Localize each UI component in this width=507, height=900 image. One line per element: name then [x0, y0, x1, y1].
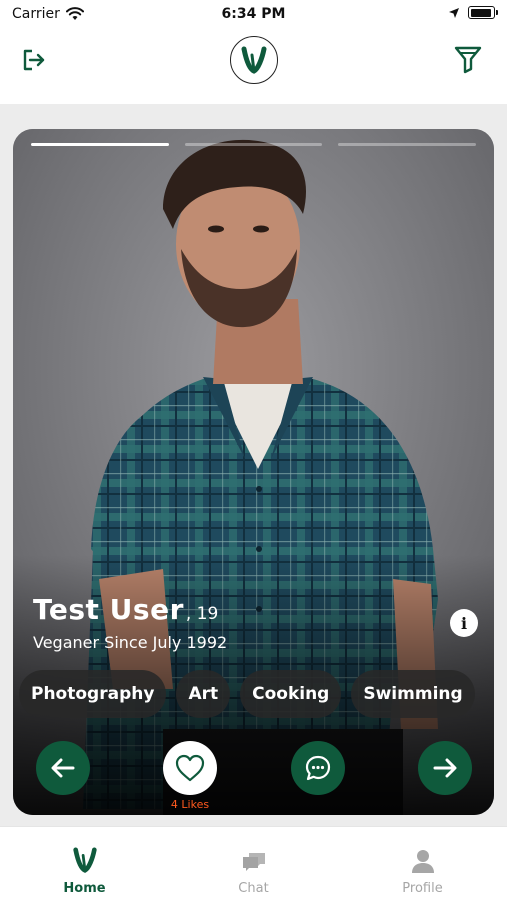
user-name: Test User [33, 593, 184, 626]
discover-area: Test User , 19 Veganer Since July 1992 i… [0, 104, 507, 826]
app-logo [230, 36, 278, 84]
logout-button[interactable] [20, 46, 48, 74]
interest-tag: Cooking [240, 670, 342, 718]
likes-count: 4 Likes [170, 798, 210, 811]
message-button[interactable] [291, 741, 345, 795]
status-time: 6:34 PM [221, 6, 286, 22]
photo-progress-segment [31, 143, 169, 146]
tab-chat[interactable]: Chat [169, 827, 338, 900]
photo-progress [31, 143, 477, 147]
tab-profile[interactable]: Profile [338, 827, 507, 900]
tab-profile-label: Profile [402, 881, 443, 896]
status-bar: Carrier 6:34 PM [0, 0, 507, 30]
arrow-left-icon [51, 758, 75, 778]
vegan-since-label: Veganer Since July 1992 [33, 633, 228, 652]
chat-bubble-icon [305, 755, 331, 781]
logout-icon [23, 49, 45, 71]
tab-chat-label: Chat [238, 881, 269, 896]
user-age: , 19 [185, 604, 219, 624]
battery-level [470, 8, 492, 17]
interest-tags: Photography Art Cooking Swimming [19, 670, 475, 718]
interest-tag: Art [176, 670, 231, 718]
battery-icon [468, 6, 498, 19]
vegan-v-logo-icon [241, 46, 267, 74]
interest-tag: Photography [19, 670, 167, 718]
photo-progress-segment [184, 143, 323, 146]
tab-home-label: Home [63, 881, 106, 896]
like-button[interactable] [163, 741, 217, 795]
info-icon: i [460, 613, 468, 633]
filter-funnel-icon [454, 46, 482, 74]
filter-button[interactable] [453, 44, 483, 74]
bottom-tab-bar: Home Chat Profile [0, 826, 507, 900]
heart-icon [175, 754, 205, 782]
home-v-icon [72, 847, 97, 873]
chat-bubbles-icon [242, 853, 265, 871]
tab-home[interactable]: Home [0, 827, 169, 900]
interest-tag: Swimming [351, 670, 475, 718]
location-arrow-icon [449, 7, 459, 18]
info-button[interactable]: i [450, 609, 478, 637]
arrow-right-icon [433, 758, 457, 778]
profile-card[interactable]: Test User , 19 Veganer Since July 1992 i… [13, 129, 494, 815]
user-name-row: Test User , 19 [33, 593, 218, 626]
photo-progress-segment [338, 143, 477, 146]
person-icon [411, 850, 434, 873]
next-button[interactable] [418, 741, 472, 795]
top-header [0, 30, 507, 104]
previous-button[interactable] [36, 741, 90, 795]
